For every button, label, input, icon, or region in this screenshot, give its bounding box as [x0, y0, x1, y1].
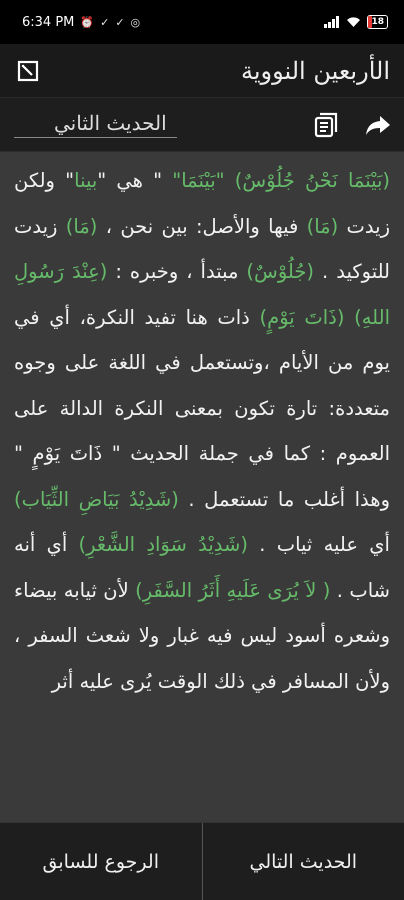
status-time: 6:34 PM [22, 14, 75, 30]
battery-level: 18 [371, 17, 384, 27]
highlighted-text: ( لاَ يُرَى عَلَيهِ أَثَرُ السَّفَرِ) [135, 578, 331, 602]
status-left: 6:34 PM ⏰ ✓ ✓ ◎ [22, 15, 140, 30]
next-hadith-button[interactable]: الحديث التالي [203, 823, 404, 900]
alarm-icon: ⏰ [80, 15, 95, 29]
highlighted-text: (شَدِيْدُ بَيَاضِ الثِّيَاب) [14, 487, 179, 511]
status-bar: 6:34 PM ⏰ ✓ ✓ ◎ 18 [0, 0, 404, 44]
highlighted-text: (مَا) [65, 214, 98, 238]
wifi-icon [347, 17, 361, 27]
check-icon: ✓ [115, 15, 125, 29]
hadith-title: الحديث الثاني [14, 111, 177, 138]
title-bar: الأربعين النووية [0, 44, 404, 98]
battery-indicator: 18 [367, 15, 388, 29]
body-text: مبتدأ ، وخبره : [107, 260, 247, 283]
highlighted-text: بينا [74, 169, 98, 192]
sub-actions [308, 107, 396, 143]
highlighted-text: (جُلُوْسٌ) [246, 260, 315, 283]
list-button[interactable] [308, 107, 344, 143]
highlighted-text: (بَيْنَمَا نَحْنُ جُلُوْسٌ) "بَيْنَمَا" [172, 169, 391, 192]
prev-hadith-button[interactable]: الرجوع للسابق [0, 823, 203, 900]
list-icon [314, 112, 338, 137]
status-right: 18 [324, 15, 388, 29]
signal-icon [324, 16, 340, 28]
fullscreen-icon [17, 60, 39, 81]
sub-header: الحديث الثاني [0, 98, 404, 152]
highlighted-text: (مَا) [306, 214, 339, 238]
app-title: الأربعين النووية [240, 56, 390, 85]
body-text: أي عليه ثياب . [247, 533, 390, 556]
highlighted-text: (شَدِيْدُ سَوَادِ الشَّعْرِ) [78, 533, 248, 556]
body-text: فيها والأصل: بين نحن ، [97, 214, 307, 238]
hadith-text: (بَيْنَمَا نَحْنُ جُلُوْسٌ) "بَيْنَمَا" … [14, 158, 390, 704]
share-icon [366, 115, 390, 135]
bottom-navigation: الرجوع للسابق الحديث التالي [0, 822, 404, 900]
fullscreen-button[interactable] [10, 53, 46, 89]
body-text: " هي " [97, 169, 173, 192]
body-text: ذات هنا تفيد النكرة، أي في يوم من الأيام… [14, 305, 390, 511]
hadith-content[interactable]: (بَيْنَمَا نَحْنُ جُلُوْسٌ) "بَيْنَمَا" … [0, 152, 404, 822]
check-icon: ✓ [100, 15, 110, 29]
whatsapp-icon: ◎ [130, 15, 141, 29]
share-button[interactable] [360, 107, 396, 143]
